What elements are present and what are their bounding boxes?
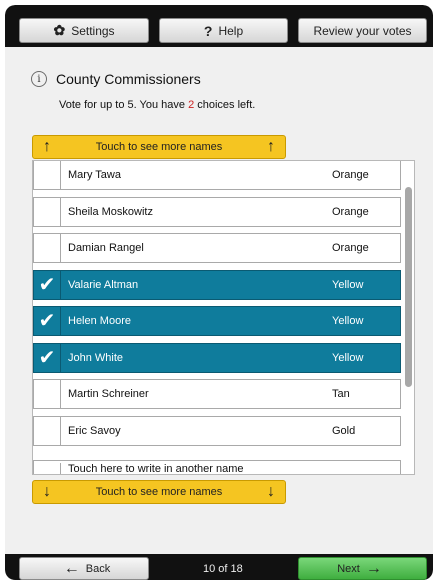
- candidate-row[interactable]: Mary Tawa Orange: [33, 161, 401, 190]
- scroll-up-label: Touch to see more names: [95, 141, 223, 153]
- candidate-name: Eric Savoy: [68, 425, 121, 437]
- candidate-party: Gold: [332, 425, 356, 437]
- top-toolbar: ✿ Settings ? Help Review your votes: [5, 5, 433, 47]
- next-label: Next: [337, 562, 360, 575]
- candidate-row[interactable]: ✔ John White Yellow: [33, 343, 401, 373]
- candidate-party: Yellow: [332, 315, 364, 327]
- contest-title: County Commissioners: [56, 71, 201, 87]
- candidate-checkbox[interactable]: [34, 234, 61, 262]
- scroll-down-label: Touch to see more names: [95, 486, 223, 498]
- question-mark-icon: ?: [203, 22, 213, 39]
- candidate-party: Orange: [332, 206, 369, 218]
- arrow-up-icon: ↑: [43, 138, 51, 155]
- instructions-suffix: choices left.: [194, 99, 256, 111]
- candidate-list[interactable]: Mary Tawa Orange Sheila Moskowitz Orange…: [32, 160, 415, 475]
- candidate-name: Valarie Altman: [68, 279, 139, 291]
- candidate-row[interactable]: Eric Savoy Gold: [33, 416, 401, 446]
- info-icon[interactable]: i: [31, 71, 47, 87]
- next-button[interactable]: Next →: [298, 557, 427, 580]
- candidate-checkbox[interactable]: [34, 198, 61, 226]
- bottom-navigation: ← Back 10 of 18 Next →: [5, 554, 433, 580]
- ballot-frame: ✿ Settings ? Help Review your votes i Co…: [5, 5, 433, 580]
- write-in-label: Touch here to write in another name: [68, 463, 244, 475]
- candidate-checkbox[interactable]: [34, 463, 61, 474]
- instructions-prefix: Vote for up to 5. You have: [59, 99, 189, 111]
- candidate-party: Orange: [332, 169, 369, 181]
- arrow-left-icon: ←: [63, 559, 80, 577]
- candidate-checkbox[interactable]: ✔: [34, 344, 61, 372]
- candidate-name: Sheila Moskowitz: [68, 206, 153, 218]
- candidate-party: Tan: [332, 388, 350, 400]
- contest-panel: i County Commissioners Vote for up to 5.…: [5, 47, 433, 554]
- checkmark-icon: ✔: [38, 310, 56, 332]
- candidate-checkbox[interactable]: [34, 161, 61, 189]
- candidate-row[interactable]: ✔ Helen Moore Yellow: [33, 306, 401, 336]
- help-label: Help: [218, 23, 244, 38]
- candidate-row[interactable]: Martin Schreiner Tan: [33, 379, 401, 409]
- back-label: Back: [85, 562, 111, 575]
- scroll-up-button[interactable]: ↑ Touch to see more names ↑: [32, 135, 286, 159]
- gear-icon: ✿: [53, 22, 66, 38]
- candidate-checkbox[interactable]: ✔: [34, 307, 61, 335]
- candidate-row[interactable]: ✔ Valarie Altman Yellow: [33, 270, 401, 300]
- candidate-row[interactable]: Damian Rangel Orange: [33, 233, 401, 263]
- help-button[interactable]: ? Help: [159, 18, 288, 43]
- arrow-down-icon: ↓: [43, 483, 51, 500]
- candidate-row[interactable]: Sheila Moskowitz Orange: [33, 197, 401, 227]
- candidate-checkbox[interactable]: [34, 380, 61, 408]
- review-votes-button[interactable]: Review your votes: [298, 18, 427, 43]
- candidate-checkbox[interactable]: ✔: [34, 271, 61, 299]
- list-scrollbar-thumb[interactable]: [405, 187, 412, 387]
- candidate-party: Yellow: [332, 352, 364, 364]
- checkmark-icon: ✔: [38, 347, 56, 369]
- candidate-name: Helen Moore: [68, 315, 131, 327]
- arrow-right-icon: →: [365, 559, 382, 577]
- settings-button[interactable]: ✿ Settings: [19, 18, 149, 43]
- checkmark-icon: ✔: [38, 274, 56, 296]
- write-in-row[interactable]: Touch here to write in another name: [33, 460, 401, 475]
- candidate-party: Yellow: [332, 279, 364, 291]
- candidate-name: Martin Schreiner: [68, 388, 149, 400]
- contest-header: i County Commissioners: [31, 71, 201, 87]
- candidate-name: John White: [68, 352, 124, 364]
- back-button[interactable]: ← Back: [19, 557, 149, 580]
- candidate-name: Mary Tawa: [68, 169, 121, 181]
- contest-instructions: Vote for up to 5. You have 2 choices lef…: [59, 99, 255, 111]
- candidate-party: Orange: [332, 242, 369, 254]
- arrow-down-icon: ↓: [267, 483, 275, 500]
- page-indicator: 10 of 18: [203, 563, 243, 575]
- candidate-checkbox[interactable]: [34, 417, 61, 445]
- candidate-name: Damian Rangel: [68, 242, 144, 254]
- scroll-down-button[interactable]: ↓ Touch to see more names ↓: [32, 480, 286, 504]
- arrow-up-icon: ↑: [267, 138, 275, 155]
- settings-label: Settings: [71, 23, 115, 38]
- review-votes-label: Review your votes: [313, 23, 412, 38]
